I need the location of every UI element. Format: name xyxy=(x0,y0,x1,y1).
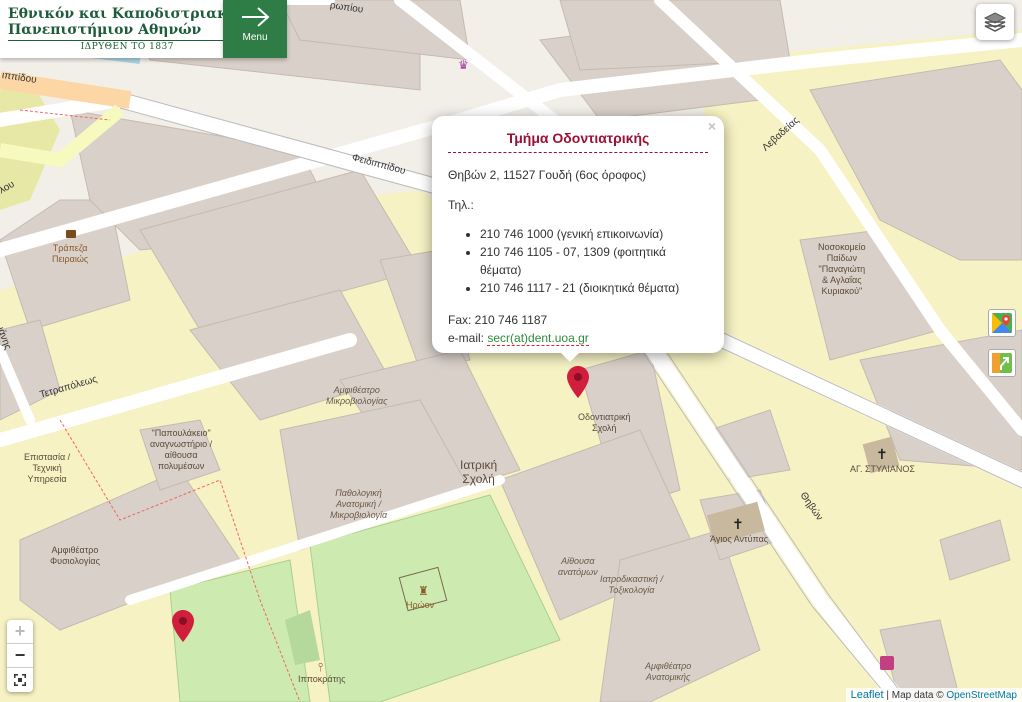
label-anatomy-halls: Αίθουσα ανατόμων xyxy=(558,556,598,578)
label-bank: Τράπεζα Πειραιώς xyxy=(52,243,88,265)
logo-title-line1: Εθνικόν και Καποδιστριακόν xyxy=(8,5,247,22)
label-papoulakeio: "Παπουλάκειο" αναγνωστήριο / αίθουσα πολ… xyxy=(150,428,212,472)
popup-email-row: e-mail: secr(at)dent.uoa.gr xyxy=(448,329,708,347)
popup-phone-item: 210 746 1105 - 07, 1309 (φοιτητικά θέματ… xyxy=(480,243,708,279)
osm-link[interactable]: OpenStreetMap xyxy=(946,690,1017,701)
label-pathology-text: Παθολογική Ανατομική / Μικροβιολογία xyxy=(330,488,388,520)
popup-phone-item: 210 746 1117 - 21 (διοικητικά θέματα) xyxy=(480,279,708,297)
marker-pin-icon-2 xyxy=(172,610,194,642)
popup-close-button[interactable]: × xyxy=(708,118,716,134)
bank-icon xyxy=(66,230,76,238)
google-maps-icon xyxy=(992,313,1012,333)
label-ag-stylianos: ΑΓ. ΣΤΥΛΙΑΝΟΣ xyxy=(850,464,915,475)
statue-icon: ⫯ xyxy=(318,660,324,674)
label-forensic-text: Ιατροδικαστική / Τοξικολογία xyxy=(600,574,663,595)
popup-phone-list: 210 746 1000 (γενική επικοινωνία) 210 74… xyxy=(480,225,708,297)
popup-email-link[interactable]: secr(at)dent.uoa.gr xyxy=(487,331,589,346)
map-attribution: Leaflet | Map data © OpenStreetMap xyxy=(845,688,1022,702)
label-heroon-text: Ηρώον xyxy=(406,600,435,610)
label-bank-text: Τράπεζα Πειραιώς xyxy=(52,243,89,264)
logo-title-line2: Πανεπιστήμιον Αθηνών xyxy=(8,21,202,38)
layers-icon xyxy=(983,12,1007,32)
fullscreen-button[interactable] xyxy=(7,668,33,692)
leaflet-link[interactable]: Leaflet xyxy=(851,689,884,701)
popup-email-label: e-mail: xyxy=(448,331,485,345)
label-technical: Επιστασία / Τεχνική Υπηρεσία xyxy=(24,452,70,485)
monument-icon: ♜ xyxy=(418,584,429,598)
label-childrens-hospital: Νοσοκομείο Παίδων "Παναγιώτη & Αγλαΐας Κ… xyxy=(818,242,866,297)
popup-tip xyxy=(560,352,580,362)
zoom-out-button[interactable]: − xyxy=(7,644,33,668)
map-marker-dental[interactable] xyxy=(567,366,589,398)
map-marker-2[interactable] xyxy=(172,610,194,642)
label-microbio-amph: Αμφιθέατρο Μικροβιολογίας xyxy=(326,385,387,407)
label-forensic: Ιατροδικαστική / Τοξικολογία xyxy=(600,574,663,596)
arrow-right-icon xyxy=(242,7,270,27)
label-agios-antypas-text: Άγιος Αντύπας xyxy=(710,534,769,544)
popup-address: Θηβών 2, 11527 Γουδή (6ος όροφος) xyxy=(448,168,647,182)
popup-phone-label: Τηλ.: xyxy=(448,198,474,212)
popup-fax: Fax: 210 746 1187 xyxy=(448,313,548,327)
label-heroon: Ηρώον xyxy=(406,600,434,611)
shop-icon: ♛ xyxy=(458,58,469,72)
label-medical-school-text: Ιατρική Σχολή xyxy=(460,458,498,486)
google-maps-button[interactable] xyxy=(988,309,1016,337)
label-ag-stylianos-text: ΑΓ. ΣΤΥΛΙΑΝΟΣ xyxy=(850,464,915,474)
attribution-separator: | Map data © xyxy=(883,690,947,701)
popup-phone-item: 210 746 1000 (γενική επικοινωνία) xyxy=(480,225,708,243)
university-logo[interactable]: Εθνικόν και Καποδιστριακόν Πανεπιστήμιον… xyxy=(0,0,247,58)
label-medical-school: Ιατρική Σχολή xyxy=(460,458,497,486)
label-childrens-hospital-text: Νοσοκομείο Παίδων "Παναγιώτη & Αγλαΐας Κ… xyxy=(818,242,866,296)
label-physio-amph: Αμφιθέατρο Φυσιολογίας xyxy=(50,545,100,567)
label-dental-school-text: Οδοντιατρική Σχολή xyxy=(578,412,631,433)
label-hippocrates: Ιπποκράτης xyxy=(298,674,346,685)
label-technical-text: Επιστασία / Τεχνική Υπηρεσία xyxy=(24,452,71,484)
shop-square-icon xyxy=(880,656,894,670)
popup-title: Τμήμα Οδοντιατρικής xyxy=(448,130,708,153)
menu-button[interactable]: Menu xyxy=(223,0,287,58)
zoom-in-button[interactable]: + xyxy=(7,620,33,644)
label-dental-school: Οδοντιατρική Σχολή xyxy=(578,412,630,434)
label-agios-antypas: Άγιος Αντύπας xyxy=(710,534,768,545)
church-icon: ✝ xyxy=(732,516,744,532)
logo-founded: ΙΔΡΥΘΕΝ ΤΟ 1837 xyxy=(8,39,247,53)
directions-button[interactable] xyxy=(988,349,1016,377)
label-pathology: Παθολογική Ανατομική / Μικροβιολογία xyxy=(330,488,387,521)
label-hippocrates-text: Ιπποκράτης xyxy=(298,674,346,684)
layers-button[interactable] xyxy=(976,4,1014,40)
label-microbio-amph-text: Αμφιθέατρο Μικροβιολογίας xyxy=(326,385,388,406)
label-anatomy-amph-text: Αμφιθέατρο Ανατομικής xyxy=(645,661,692,682)
info-popup: × Τμήμα Οδοντιατρικής Θηβών 2, 11527 Γου… xyxy=(432,116,724,353)
directions-icon xyxy=(992,353,1012,373)
label-papoulakeio-text: "Παπουλάκειο" αναγνωστήριο / αίθουσα πολ… xyxy=(150,428,213,471)
menu-label: Menu xyxy=(242,32,268,43)
church-icon-stylianos: ✝ xyxy=(876,446,888,462)
marker-pin-icon xyxy=(567,366,589,398)
zoom-control: + − xyxy=(7,620,33,692)
label-anatomy-amph: Αμφιθέατρο Ανατομικής xyxy=(645,661,691,683)
fullscreen-icon xyxy=(14,674,26,686)
label-anatomy-halls-text: Αίθουσα ανατόμων xyxy=(558,556,598,577)
label-physio-amph-text: Αμφιθέατρο Φυσιολογίας xyxy=(50,545,100,566)
